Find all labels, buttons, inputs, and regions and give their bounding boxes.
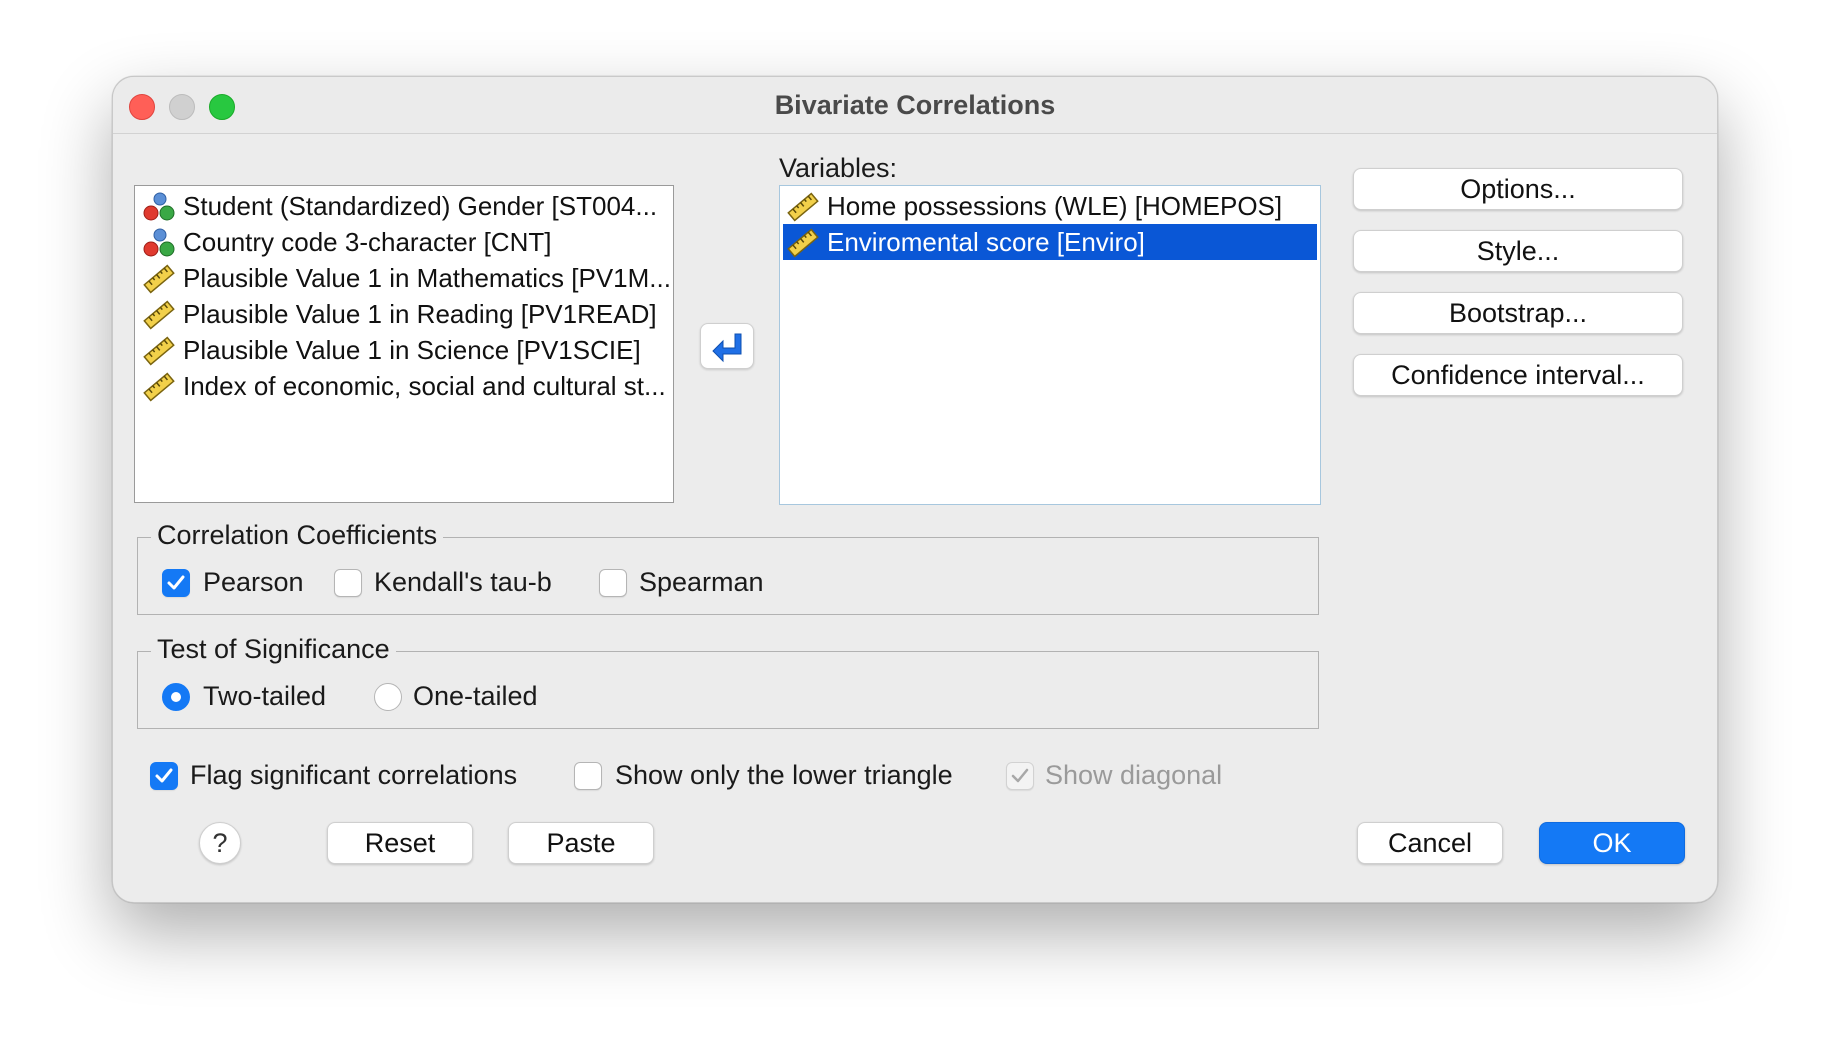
variables-label: Variables:	[779, 153, 898, 183]
scale-variable-icon	[143, 336, 175, 366]
variables-list-item-selected[interactable]: Enviromental score [Enviro]	[783, 224, 1317, 260]
scale-variable-icon	[143, 372, 175, 402]
correlation-coefficients-legend: Correlation Coefficients	[151, 520, 444, 551]
move-variable-button[interactable]	[700, 323, 754, 369]
options-button[interactable]: Options...	[1353, 168, 1683, 210]
arrow-left-icon	[712, 333, 742, 363]
dialog-title: Bivariate Correlations	[774, 90, 1056, 120]
variables-list[interactable]: Home possessions (WLE) [HOMEPOS] Envirom…	[779, 185, 1321, 505]
pearson-checkbox[interactable]	[162, 569, 190, 597]
nominal-variable-icon	[143, 228, 175, 257]
flag-significant-checkbox[interactable]	[150, 762, 178, 790]
title-bar: Bivariate Correlations	[113, 77, 1717, 134]
source-list-item-label: Student (Standardized) Gender [ST004...	[183, 191, 658, 221]
variables-list-item[interactable]: Home possessions (WLE) [HOMEPOS]	[783, 188, 1317, 224]
show-diagonal-checkbox	[1006, 762, 1034, 790]
source-variable-list[interactable]: Student (Standardized) Gender [ST004... …	[134, 185, 674, 503]
source-list-item[interactable]: Plausible Value 1 in Science [PV1SCIE]	[139, 332, 669, 368]
lower-triangle-label[interactable]: Show only the lower triangle	[615, 760, 953, 790]
spearman-label[interactable]: Spearman	[639, 567, 764, 597]
pearson-label[interactable]: Pearson	[203, 567, 304, 597]
source-list-item[interactable]: Student (Standardized) Gender [ST004...	[139, 188, 669, 224]
paste-button[interactable]: Paste	[508, 822, 654, 864]
one-tailed-label[interactable]: One-tailed	[413, 681, 538, 711]
variables-list-item-label: Home possessions (WLE) [HOMEPOS]	[827, 191, 1283, 221]
cancel-button[interactable]: Cancel	[1357, 822, 1503, 864]
kendall-checkbox[interactable]	[334, 569, 362, 597]
bivariate-correlations-dialog: Bivariate Correlations Student (Standard…	[112, 76, 1718, 903]
one-tailed-radio[interactable]	[374, 683, 402, 711]
two-tailed-radio[interactable]	[162, 683, 190, 711]
style-button[interactable]: Style...	[1353, 230, 1683, 272]
help-button[interactable]: ?	[199, 822, 241, 864]
source-list-item-label: Plausible Value 1 in Mathematics [PV1M..…	[183, 263, 669, 293]
source-list-item-label: Plausible Value 1 in Reading [PV1READ]	[183, 299, 657, 329]
source-list-item[interactable]: Plausible Value 1 in Mathematics [PV1M..…	[139, 260, 669, 296]
scale-variable-icon	[787, 192, 819, 222]
source-list-item-label: Index of economic, social and cultural s…	[183, 371, 666, 401]
kendall-label[interactable]: Kendall's tau-b	[374, 567, 552, 597]
scale-variable-icon	[143, 300, 175, 330]
source-list-item[interactable]: Country code 3-character [CNT]	[139, 224, 669, 260]
source-list-item[interactable]: Plausible Value 1 in Reading [PV1READ]	[139, 296, 669, 332]
spearman-checkbox[interactable]	[599, 569, 627, 597]
two-tailed-label[interactable]: Two-tailed	[203, 681, 326, 711]
confidence-interval-button[interactable]: Confidence interval...	[1353, 354, 1683, 396]
show-diagonal-label: Show diagonal	[1045, 760, 1223, 790]
test-of-significance-legend: Test of Significance	[151, 634, 396, 665]
flag-significant-label[interactable]: Flag significant correlations	[190, 760, 517, 790]
checkmark-icon	[155, 768, 173, 783]
scale-variable-icon	[787, 228, 819, 258]
reset-button[interactable]: Reset	[327, 822, 473, 864]
source-list-item[interactable]: Index of economic, social and cultural s…	[139, 368, 669, 404]
nominal-variable-icon	[143, 192, 175, 221]
variables-list-item-label: Enviromental score [Enviro]	[827, 227, 1145, 257]
source-list-item-label: Country code 3-character [CNT]	[183, 227, 552, 257]
checkmark-icon	[1011, 768, 1029, 783]
bootstrap-button[interactable]: Bootstrap...	[1353, 292, 1683, 334]
checkmark-icon	[167, 575, 185, 590]
lower-triangle-checkbox[interactable]	[574, 762, 602, 790]
source-list-item-label: Plausible Value 1 in Science [PV1SCIE]	[183, 335, 641, 365]
scale-variable-icon	[143, 264, 175, 294]
ok-button[interactable]: OK	[1539, 822, 1685, 864]
